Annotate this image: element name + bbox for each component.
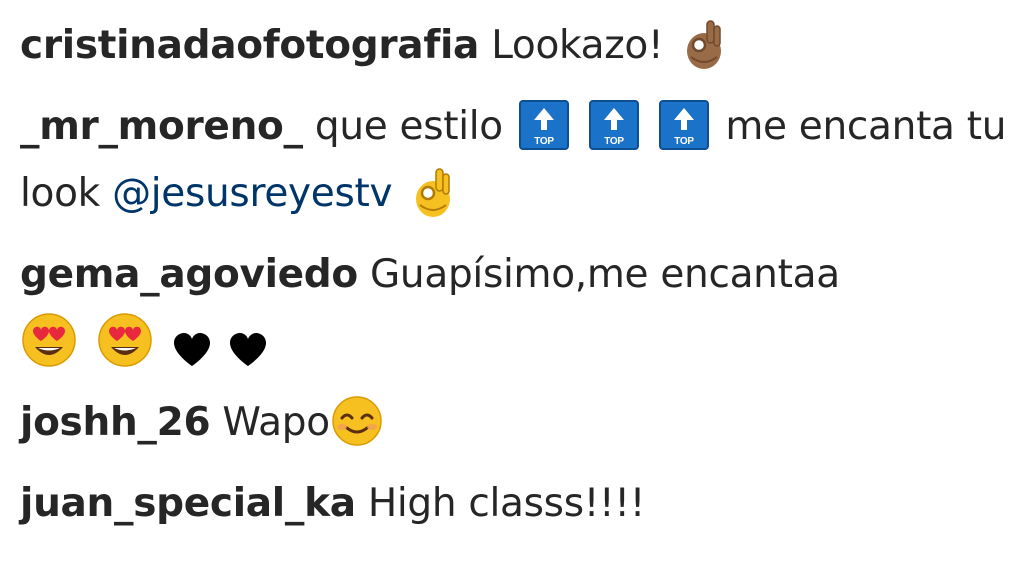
top-arrow-icon: TOP (659, 99, 710, 150)
comment-username[interactable]: gema_agoviedo (20, 252, 358, 297)
comment-item: joshh_26 Wapo (20, 389, 1010, 456)
mention-link[interactable]: @jesusreyestv (112, 171, 393, 216)
ok-hand-icon (683, 17, 725, 71)
comment-username[interactable]: _mr_moreno_ (20, 104, 303, 149)
black-heart-icon (228, 322, 268, 366)
comment-text: Lookazo! (491, 23, 664, 68)
comment-username[interactable]: juan_special_ka (20, 481, 356, 526)
comment-username[interactable]: joshh_26 (20, 400, 211, 445)
top-badge-label: TOP (674, 136, 694, 147)
top-badge-label: TOP (604, 136, 624, 147)
comment-list: cristinadaofotografia Lookazo! _mr_moren… (20, 12, 1010, 551)
comment-item: _mr_moreno_ que estilo TOP TOP TOP me en… (20, 93, 1010, 227)
comment-text: High classs!!!! (367, 481, 646, 526)
smiling-face-closed-eyes-icon (330, 394, 384, 448)
comment-text: que estilo (314, 104, 503, 149)
heart-eyes-face-icon (96, 311, 154, 369)
comment-text: Wapo (222, 400, 330, 445)
comment-item: cristinadaofotografia Lookazo! (20, 12, 1010, 79)
heart-eyes-face-icon (20, 311, 78, 369)
comment-item: gema_agoviedo Guapísimo,me encantaa (20, 241, 1010, 375)
black-heart-icon (172, 322, 212, 366)
top-badge-label: TOP (534, 136, 554, 147)
ok-hand-icon (412, 165, 454, 219)
comment-item: juan_special_ka High classs!!!! (20, 470, 1010, 537)
top-arrow-icon: TOP (518, 99, 569, 150)
top-arrow-icon: TOP (589, 99, 640, 150)
comment-username[interactable]: cristinadaofotografia (20, 23, 479, 68)
comment-text: Guapísimo,me encantaa (370, 252, 840, 297)
